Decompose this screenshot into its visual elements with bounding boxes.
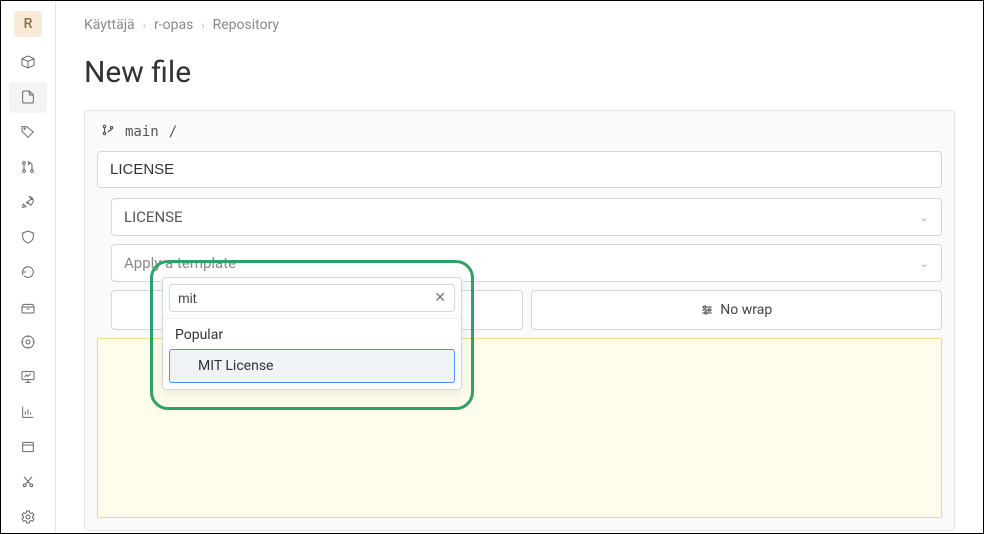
breadcrumb-project[interactable]: r-opas bbox=[154, 17, 193, 33]
merge-request-icon[interactable] bbox=[9, 152, 47, 183]
path-separator: / bbox=[169, 124, 177, 140]
deploy-icon[interactable] bbox=[9, 257, 47, 288]
template-search-input[interactable] bbox=[178, 290, 434, 306]
template-dropdown: ✕ Popular MIT License bbox=[162, 277, 462, 390]
breadcrumb: Käyttäjä › r-opas › Repository bbox=[84, 17, 955, 33]
clear-icon[interactable]: ✕ bbox=[434, 290, 446, 306]
monitor-icon[interactable] bbox=[9, 362, 47, 393]
page-title: New file bbox=[84, 55, 955, 90]
analytics-icon[interactable] bbox=[9, 397, 47, 428]
project-icon[interactable] bbox=[9, 47, 47, 78]
rocket-icon[interactable] bbox=[9, 187, 47, 218]
snippets-icon[interactable] bbox=[9, 467, 47, 498]
file-icon[interactable] bbox=[9, 82, 47, 113]
breadcrumb-section[interactable]: Repository bbox=[213, 17, 279, 33]
sliders-icon bbox=[700, 303, 714, 317]
branch-name[interactable]: main bbox=[125, 124, 159, 140]
template-type-value: LICENSE bbox=[124, 208, 183, 226]
settings-icon[interactable] bbox=[9, 502, 47, 533]
wiki-icon[interactable] bbox=[9, 432, 47, 463]
filename-input[interactable] bbox=[97, 151, 942, 188]
nowrap-toggle[interactable]: No wrap bbox=[531, 290, 943, 330]
branch-icon bbox=[101, 123, 115, 141]
chevron-down-icon: ⌄ bbox=[920, 211, 929, 224]
chevron-down-icon: ⌄ bbox=[920, 257, 929, 270]
dropdown-option-mit[interactable]: MIT License bbox=[169, 349, 455, 383]
shield-icon[interactable] bbox=[9, 222, 47, 253]
main-content: Käyttäjä › r-opas › Repository New file … bbox=[56, 1, 983, 533]
apply-template-placeholder: Apply a template bbox=[124, 254, 236, 272]
chevron-right-icon: › bbox=[201, 19, 204, 32]
tag-icon[interactable] bbox=[9, 117, 47, 148]
dropdown-group-label: Popular bbox=[163, 319, 461, 347]
nowrap-label: No wrap bbox=[720, 302, 772, 318]
operations-icon[interactable] bbox=[9, 327, 47, 358]
package-icon[interactable] bbox=[9, 292, 47, 323]
branch-row: main / bbox=[97, 123, 942, 151]
breadcrumb-user[interactable]: Käyttäjä bbox=[84, 17, 135, 33]
template-type-select[interactable]: LICENSE ⌄ bbox=[111, 198, 942, 236]
sidebar: R bbox=[1, 1, 56, 533]
avatar[interactable]: R bbox=[14, 11, 42, 37]
chevron-right-icon: › bbox=[143, 19, 146, 32]
